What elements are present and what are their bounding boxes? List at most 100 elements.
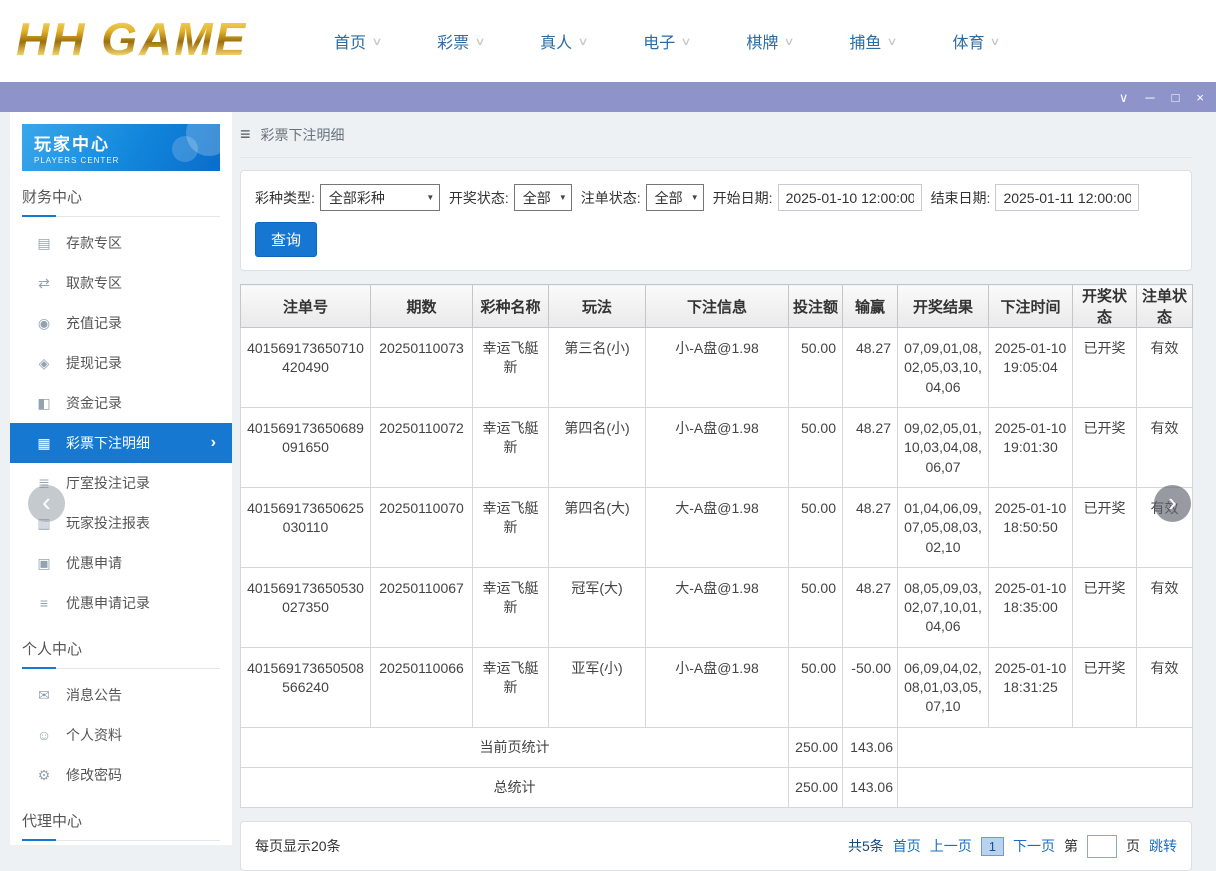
sidebar-item[interactable]: ≡ 优惠申请记录 › xyxy=(10,583,232,623)
nav-item-label: 捕鱼 xyxy=(849,29,881,53)
nav-item[interactable]: 彩票 ∨ xyxy=(437,29,484,53)
cell-draw-status: 已开奖 xyxy=(1073,647,1137,727)
cell-order-no: 401569173650508566240 xyxy=(241,647,371,727)
sidebar-item-icon: ✉ xyxy=(36,687,52,704)
cell-order-no: 401569173650625030110 xyxy=(241,487,371,567)
table-header-row: 注单号 期数 彩种名称 玩法 下注信息 投注额 输赢 开奖结果 下注时间 xyxy=(241,285,1193,328)
next-page-link[interactable]: 下一页 xyxy=(1013,836,1055,856)
lottery-type-select[interactable]: 全部彩种 ▼ xyxy=(320,184,440,211)
cell-order-status: 有效 xyxy=(1137,567,1193,647)
cell-issue: 20250110066 xyxy=(371,647,473,727)
window-close-icon[interactable]: × xyxy=(1196,91,1204,104)
cell-bet-time: 2025-01-10 18:35:00 xyxy=(989,567,1073,647)
chevron-down-icon: ∨ xyxy=(681,35,692,48)
table-column-header: 输赢 xyxy=(843,285,898,328)
cell-issue: 20250110073 xyxy=(371,328,473,408)
sidebar-title: 玩家中心 xyxy=(34,130,220,155)
cell-lottery: 幸运飞艇新 xyxy=(473,647,549,727)
sidebar-item[interactable]: ◈ 提现记录 › xyxy=(10,343,232,383)
draw-status-select[interactable]: 全部 ▼ xyxy=(514,184,572,211)
order-status-select[interactable]: 全部 ▼ xyxy=(646,184,704,211)
cell-draw-result: 01,04,06,09,07,05,08,03,02,10 xyxy=(898,487,989,567)
sidebar-item[interactable]: ◧ 资金记录 › xyxy=(10,383,232,423)
end-date-filter: 结束日期: xyxy=(931,184,1140,211)
cell-order-status: 有效 xyxy=(1137,647,1193,727)
cell-draw-result: 06,09,04,02,08,01,03,05,07,10 xyxy=(898,647,989,727)
total-summary-row: 总统计 250.00 143.06 xyxy=(241,768,1193,808)
table-column-header: 彩种名称 xyxy=(473,285,549,328)
cell-win-loss: 48.27 xyxy=(843,567,898,647)
cell-play: 亚军(小) xyxy=(549,647,646,727)
draw-status-value: 全部 xyxy=(515,188,555,208)
window-maximize-icon[interactable]: □ xyxy=(1172,91,1180,104)
chevron-down-icon: ∨ xyxy=(887,35,898,48)
carousel-left-button[interactable]: ‹ xyxy=(28,485,65,522)
chevron-right-icon: › xyxy=(1168,489,1177,515)
jump-button[interactable]: 跳转 xyxy=(1149,836,1177,856)
chevron-right-icon: › xyxy=(211,434,216,452)
page-size-text: 每页显示20条 xyxy=(255,836,341,856)
sidebar-item[interactable]: ▤ 存款专区 › xyxy=(10,223,232,263)
window-collapse-icon[interactable]: ∨ xyxy=(1119,91,1129,104)
finance-menu: ▤ 存款专区 › ⇄ 取款专区 › ◉ 充值记录 › ◈ xyxy=(10,223,232,623)
search-button[interactable]: 查询 xyxy=(255,222,317,257)
sidebar-item-label: 厅室投注记录 xyxy=(66,473,150,493)
table-column-header: 玩法 xyxy=(549,285,646,328)
nav-item[interactable]: 体育 ∨ xyxy=(952,29,999,53)
window-minimize-icon[interactable]: ─ xyxy=(1145,91,1154,104)
sidebar-item[interactable]: ◉ 充值记录 › xyxy=(10,303,232,343)
sidebar-item[interactable]: ▦ 彩票下注明细 › xyxy=(10,423,232,463)
cell-win-loss: -50.00 xyxy=(843,647,898,727)
nav-item-label: 彩票 xyxy=(437,29,469,53)
jump-page-input[interactable] xyxy=(1087,835,1117,858)
cell-amount: 50.00 xyxy=(789,487,843,567)
sidebar-item-icon: ▤ xyxy=(36,235,52,252)
sidebar-item-label: 优惠申请记录 xyxy=(66,593,150,613)
nav-item-label: 真人 xyxy=(540,29,572,53)
section-agent: 代理中心 xyxy=(10,810,232,841)
nav-item[interactable]: 电子 ∨ xyxy=(643,29,690,53)
sidebar-item[interactable]: ▣ 优惠申请 › xyxy=(10,543,232,583)
first-page-link[interactable]: 首页 xyxy=(893,836,921,856)
cell-play: 冠军(大) xyxy=(549,567,646,647)
cell-order-status: 有效 xyxy=(1137,328,1193,408)
cell-lottery: 幸运飞艇新 xyxy=(473,487,549,567)
window-title-bar: ∨ ─ □ × xyxy=(0,82,1216,112)
table-column-header: 期数 xyxy=(371,285,473,328)
sidebar-item-icon: ▣ xyxy=(36,555,52,572)
nav-item[interactable]: 首页 ∨ xyxy=(334,29,381,53)
cell-lottery: 幸运飞艇新 xyxy=(473,407,549,487)
cell-draw-result: 07,09,01,08,02,05,03,10,04,06 xyxy=(898,328,989,408)
table-row: 401569173650530027350 20250110067 幸运飞艇新 … xyxy=(241,567,1193,647)
cell-draw-status: 已开奖 xyxy=(1073,567,1137,647)
table-column-header: 注单号 xyxy=(241,285,371,328)
total-count-text: 共5条 xyxy=(848,836,884,856)
section-personal: 个人中心 ✉ 消息公告 › ☺ 个人资料 › ⚙ 修改密码 › xyxy=(10,638,232,795)
window-controls: ∨ ─ □ × xyxy=(1119,82,1204,112)
prev-page-link[interactable]: 上一页 xyxy=(930,836,972,856)
nav-item[interactable]: 捕鱼 ∨ xyxy=(849,29,896,53)
cell-draw-status: 已开奖 xyxy=(1073,487,1137,567)
cell-play: 第三名(小) xyxy=(549,328,646,408)
section-title-personal: 个人中心 xyxy=(22,638,220,669)
start-date-input[interactable] xyxy=(778,184,922,211)
sidebar-item[interactable]: ✉ 消息公告 › xyxy=(10,675,232,715)
end-date-input[interactable] xyxy=(995,184,1139,211)
sidebar-item[interactable]: ☺ 个人资料 › xyxy=(10,715,232,755)
sidebar-item[interactable]: ⚙ 修改密码 › xyxy=(10,755,232,795)
cell-draw-result: 09,02,05,01,10,03,04,08,06,07 xyxy=(898,407,989,487)
sidebar-item[interactable]: ⇄ 取款专区 › xyxy=(10,263,232,303)
menu-icon[interactable]: ≡ xyxy=(240,124,251,145)
nav-item[interactable]: 棋牌 ∨ xyxy=(746,29,793,53)
table-row: 401569173650625030110 20250110070 幸运飞艇新 … xyxy=(241,487,1193,567)
cell-draw-status: 已开奖 xyxy=(1073,407,1137,487)
sidebar-item-icon: ◈ xyxy=(36,355,52,372)
current-page-badge[interactable]: 1 xyxy=(981,837,1004,856)
jump-prefix-label: 第 xyxy=(1064,836,1078,856)
carousel-right-button[interactable]: › xyxy=(1154,485,1191,522)
sidebar-item-icon: ☺ xyxy=(36,727,52,743)
cell-bet-time: 2025-01-10 19:01:30 xyxy=(989,407,1073,487)
table-column-header: 开奖状态 xyxy=(1073,285,1137,328)
nav-item[interactable]: 真人 ∨ xyxy=(540,29,587,53)
sidebar-item-label: 优惠申请 xyxy=(66,553,122,573)
